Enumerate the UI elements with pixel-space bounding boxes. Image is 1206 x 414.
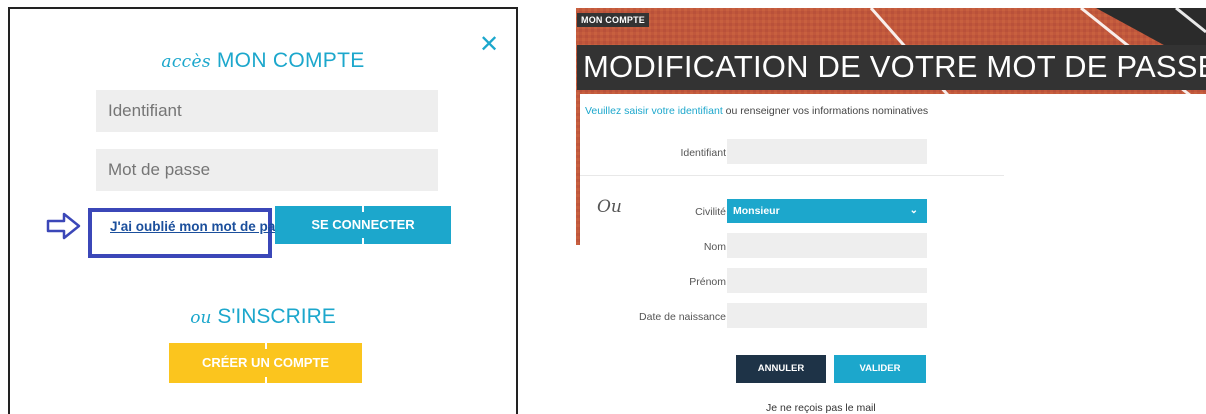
birthdate-input[interactable] [727, 303, 927, 328]
forgot-password-link[interactable]: J'ai oublié mon mot de passe [110, 219, 298, 234]
login-title-main: MON COMPTE [216, 49, 365, 72]
login-title-script: accès [161, 52, 211, 72]
intro-text: Veuillez saisir votre identifiant ou ren… [585, 105, 928, 117]
civility-select-value: Monsieur [733, 205, 780, 217]
identifier-label: Identifiant [680, 147, 726, 159]
birthdate-label: Date de naissance [639, 311, 726, 323]
password-input[interactable] [96, 149, 438, 191]
name-label: Nom [703, 241, 726, 253]
connect-button-label: SE CONNECTER [311, 217, 415, 232]
connect-button[interactable]: SE CONNECTER [275, 206, 451, 244]
civility-select[interactable]: Monsieur ⌄ [727, 199, 927, 223]
close-icon[interactable]: ✕ [477, 33, 501, 57]
login-modal: accèsMON COMPTE ✕ J'ai oublié mon mot de… [8, 7, 518, 414]
validate-button[interactable]: VALIDER [834, 355, 926, 383]
intro-link: Veuillez saisir votre identifiant [585, 105, 723, 117]
name-input[interactable] [727, 233, 927, 258]
register-title: ou S'INSCRIRE [10, 305, 516, 329]
civility-label: Civilité [695, 206, 726, 218]
firstname-input[interactable] [727, 268, 927, 293]
section-divider [580, 175, 1004, 176]
button-notch-bottom [264, 377, 267, 383]
screenshot-stage: accèsMON COMPTE ✕ J'ai oublié mon mot de… [0, 0, 1206, 414]
button-notch-top [362, 206, 364, 212]
register-title-main: S'INSCRIRE [217, 305, 336, 328]
arrow-right-icon [46, 212, 81, 240]
cancel-button[interactable]: ANNULER [736, 355, 826, 383]
password-reset-page: MON COMPTE MODIFICATION DE VOTRE MOT DE … [576, 8, 1206, 414]
no-mail-link[interactable]: Je ne reçois pas le mail [766, 402, 876, 414]
create-account-button[interactable]: CRÉER UN COMPTE [169, 343, 362, 383]
identifier-input[interactable] [96, 90, 438, 132]
button-notch-top [264, 343, 267, 349]
breadcrumb[interactable]: MON COMPTE [577, 13, 649, 27]
register-title-script: ou [190, 308, 212, 328]
firstname-label: Prénom [689, 276, 726, 288]
page-title: MODIFICATION DE VOTRE MOT DE PASSE [577, 45, 1206, 90]
create-account-button-label: CRÉER UN COMPTE [201, 355, 330, 370]
login-title: accès MON COMPTE [10, 49, 516, 73]
intro-rest: ou renseigner vos informations nominativ… [722, 105, 929, 117]
reset-identifier-input[interactable] [727, 139, 927, 164]
chevron-down-icon: ⌄ [909, 205, 918, 216]
button-notch-bottom [362, 238, 364, 244]
